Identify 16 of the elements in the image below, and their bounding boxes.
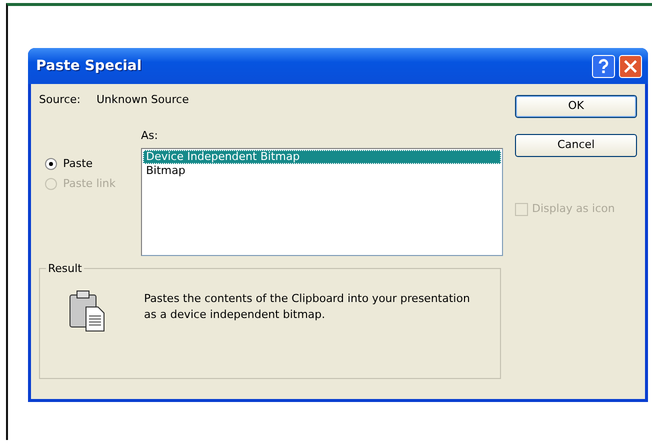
cancel-button[interactable]: Cancel	[515, 134, 637, 157]
window-title: Paste Special	[36, 56, 142, 76]
radio-button[interactable]	[45, 158, 57, 170]
checkbox-label: Display as icon	[532, 201, 615, 217]
format-list[interactable]: Device Independent Bitmap Bitmap	[141, 148, 503, 256]
help-button[interactable]	[592, 54, 615, 78]
result-description: Pastes the contents of the Clipboard into your presentation as a device independent bitmap.	[144, 290, 471, 323]
list-item[interactable]: Device Independent Bitmap	[143, 150, 501, 164]
close-button[interactable]	[619, 54, 642, 78]
list-label: As:	[141, 128, 158, 144]
source-value: Unknown Source	[96, 92, 189, 108]
ok-button[interactable]: OK	[515, 95, 637, 118]
list-item[interactable]: Bitmap	[143, 164, 501, 178]
option-label: Paste	[63, 156, 93, 172]
option-label: Paste link	[63, 176, 116, 192]
source-label: Source:	[39, 92, 80, 108]
